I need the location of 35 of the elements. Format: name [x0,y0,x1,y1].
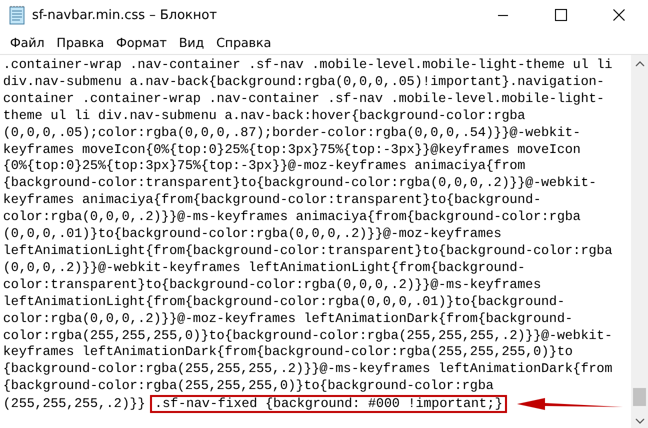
menu-item[interactable]: Вид [172,34,210,50]
highlighted-code: .sf-nav-fixed {background: #000 !important;} [150,395,507,414]
code-line: div.nav-submenu a.nav-back{background:rgba(0,0,0,.05)!important}.navigation- [3,74,604,91]
code-line: color:rgba(0,0,0,.2)}}@-ms-keyframes animaciya{from{background-color:rgba [3,209,581,226]
code-line: (0,0,0,.01)}to{background-color:rgba(0,0,0,.2)}}@-moz-keyframes [3,226,502,243]
code-line: leftAnimationLight{from{background-color:rgba(0,0,0,.01)}to{background- [3,294,565,311]
code-line: .container-wrap .nav-container .sf-nav .mobile-level.mobile-light-theme ul li [3,57,612,74]
code-line: {background-color:rgba(255,255,255,0)}to{background-color:rgba [3,378,494,396]
scroll-down-icon[interactable] [634,418,644,424]
notepad-icon [8,5,26,25]
menu-item[interactable]: Справка [210,34,278,50]
window-title: sf-navbar.min.css – Блокнот [32,8,217,22]
code-line: color:transparent}to{background-color:rgba(0,0,0,.2)}}@-ms-keyframes [3,276,542,294]
code-line: {background-color:rgba(255,255,255,.2)}}@-ms-keyframes leftAnimationDark{from [3,361,612,378]
code-line: keyframes leftAnimationDark{from{background-color:rgba(255,255,255,0)}to [3,344,573,362]
maximize-icon[interactable] [555,9,567,21]
scroll-up-icon[interactable] [634,61,644,67]
code-line: color:rgba(255,255,255,0)}to{background-color:rgba(255,255,255,.2)}}@-webkit- [3,328,612,344]
menu-item[interactable]: Файл [4,34,51,50]
code-line: keyframes moveIcon{0%{top:0}25%{top:3px}75%{top:-3px}}@keyframes moveIcon [3,142,581,158]
menu-item[interactable]: Формат [110,34,173,50]
code-line: (255,255,255,.2)}} [3,396,146,413]
vertical-scrollbar[interactable] [631,55,648,428]
code-line: theme ul li div.nav-submenu a.nav-back:hover{background-color:rgba [3,108,526,125]
close-icon[interactable] [613,9,625,21]
code-line: {0%{top:0}25%{top:3px}75%{top:-3px}}@-moz-keyframes animaciya{from [3,158,526,176]
code-line: leftAnimationLight{from{background-color:transparent}to{background-color:rgba [3,242,612,260]
code-line: {background-color:transparent}to{background-color:rgba(0,0,0,.2)}}@-webkit- [3,175,597,192]
menu-item[interactable]: Правка [50,34,110,50]
code-line: color:rgba(0,0,0,.2)}}@-moz-keyframes leftAnimationDark{from{background- [3,310,573,328]
code-line: keyframes animaciya{from{background-color:transparent}to{background- [3,192,542,210]
code-line: container .container-wrap .nav-container .sf-nav .mobile-level.mobile-light- [3,90,604,108]
code-line: (0,0,0,.2)}}@-webkit-keyframes leftAnimationLight{from{background- [3,260,526,277]
code-line: (0,0,0,.05);color:rgba(0,0,0,.87);border-color:rgba(0,0,0,.54)}}@-webkit- [3,124,581,142]
scrollbar-thumb[interactable] [633,388,646,406]
